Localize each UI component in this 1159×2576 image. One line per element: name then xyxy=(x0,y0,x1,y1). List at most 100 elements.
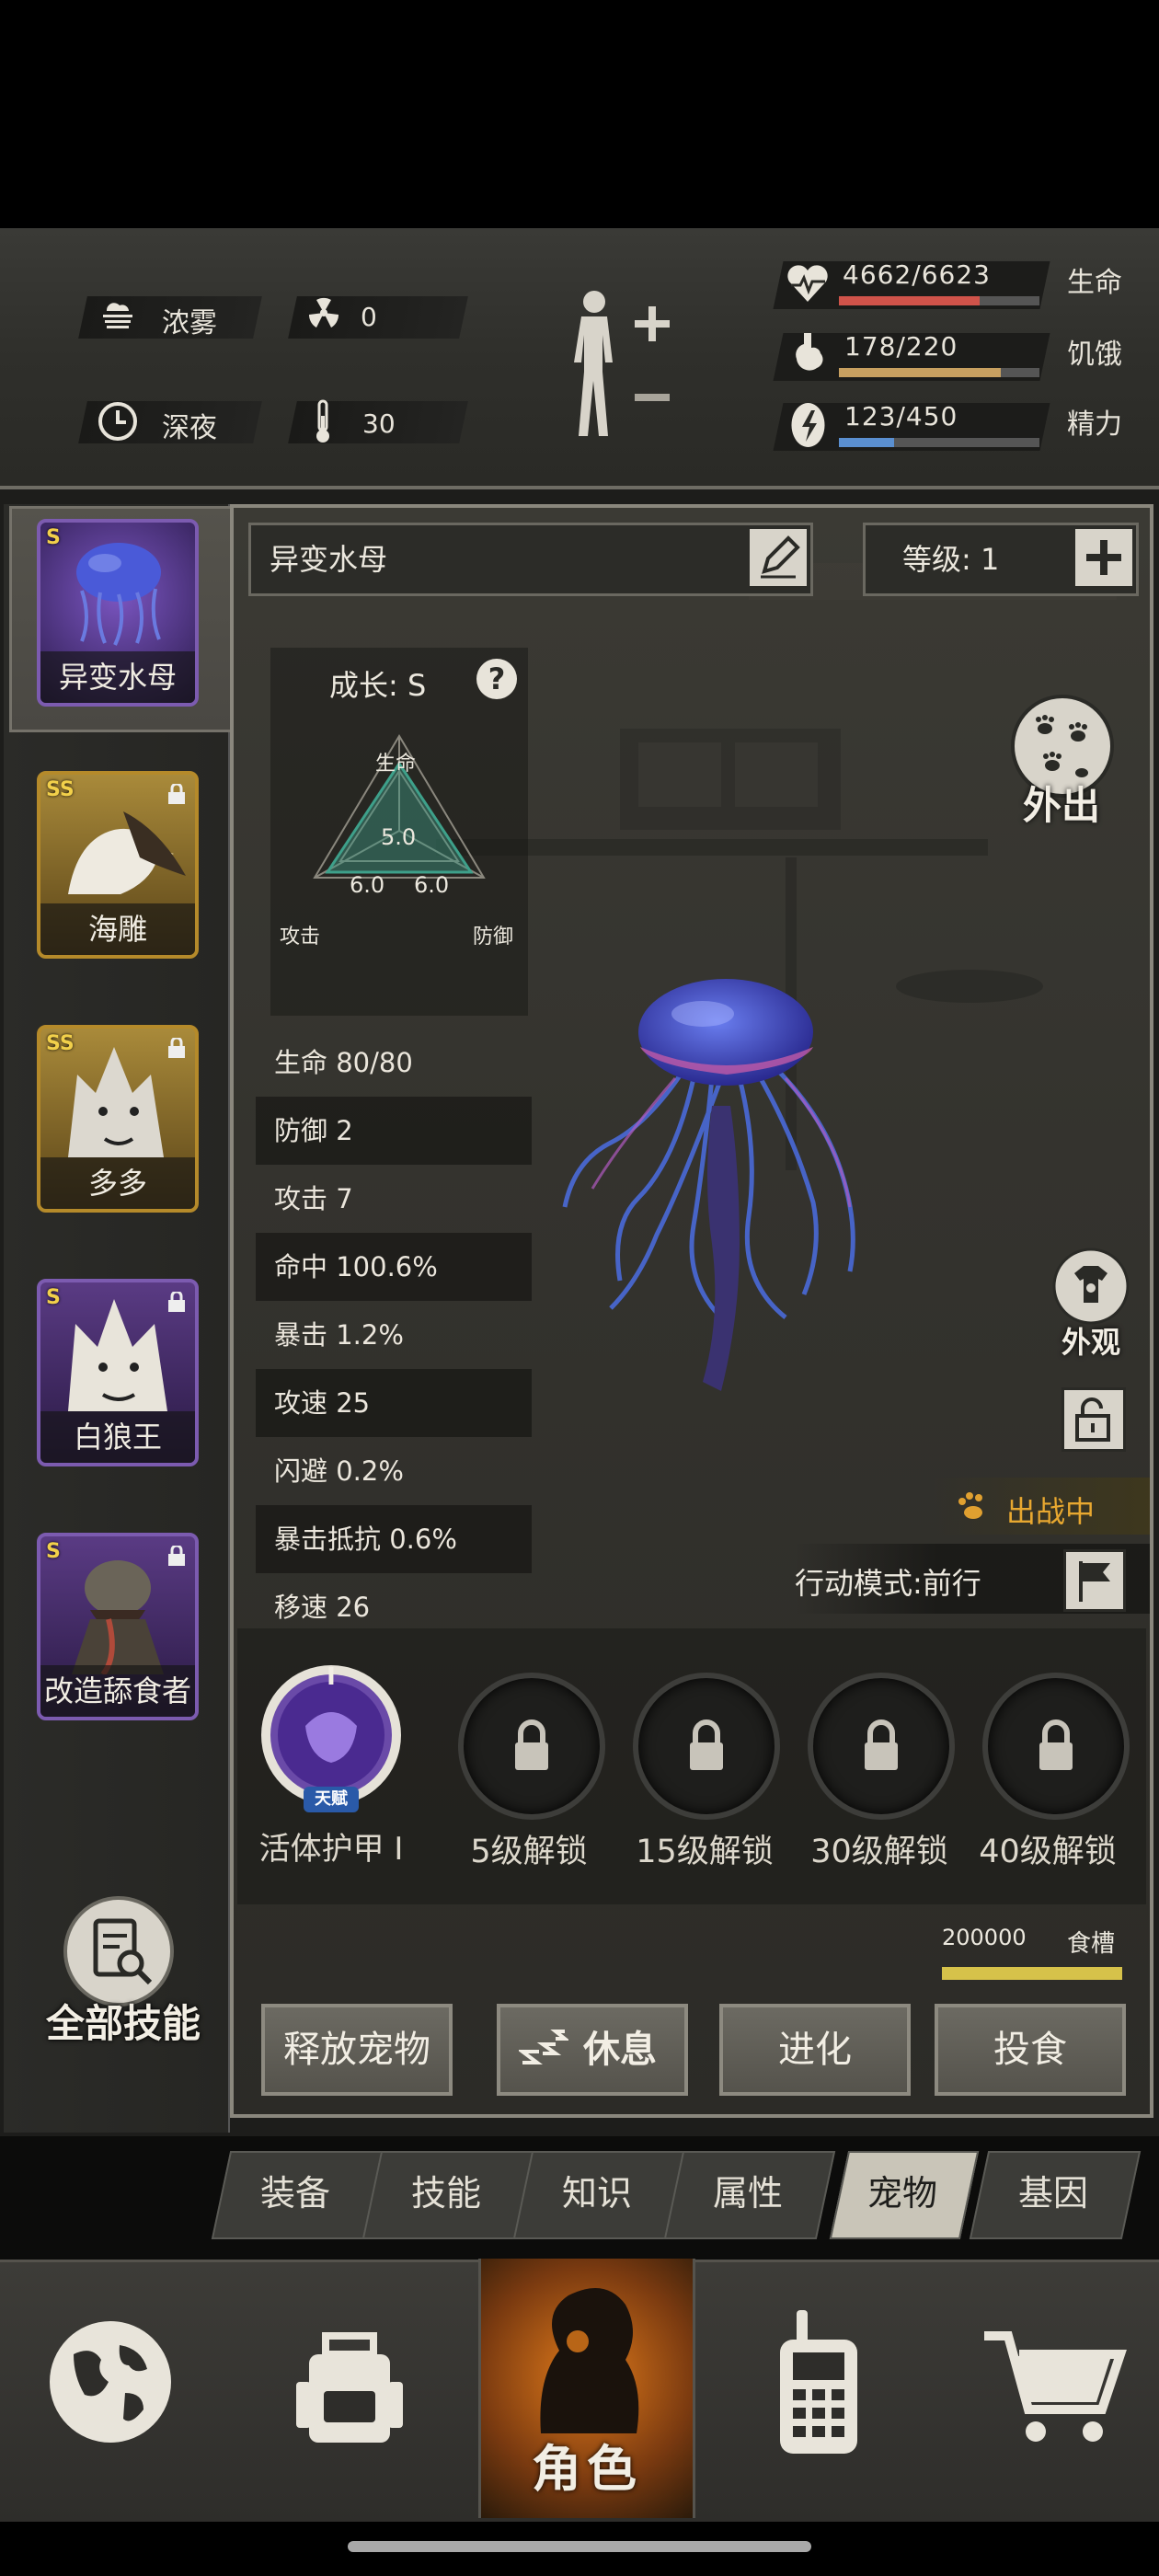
pet-name: 异变水母 xyxy=(40,651,195,703)
pet-card-duoduo[interactable]: SS 多多 xyxy=(37,1025,199,1213)
evolve-button[interactable]: 进化 xyxy=(719,2004,911,2096)
action-mode-row[interactable]: 行动模式:前行 xyxy=(795,1544,1150,1614)
hunger-track xyxy=(839,368,1039,377)
skill-slot-locked-30[interactable]: 30级解锁 xyxy=(800,1673,957,1875)
growth-label: 成长: S xyxy=(329,668,427,703)
pet-list: S 异变水母 SS 海雕 SS 多多 S 白狼王 S 改造舔食者 全部技能 xyxy=(4,504,235,2133)
nav-world-button[interactable] xyxy=(37,2308,184,2455)
skill-circle xyxy=(458,1673,605,1820)
skill-slot-locked-15[interactable]: 15级解锁 xyxy=(625,1673,782,1875)
fog-icon xyxy=(103,303,132,328)
all-skills-button[interactable]: 全部技能 xyxy=(31,1893,215,2046)
pet-level-field: 等级: 1 xyxy=(863,523,1139,596)
feed-button[interactable]: 投食 xyxy=(935,2004,1126,2096)
sleep-icon xyxy=(519,2030,568,2064)
weather-text: 浓雾 xyxy=(162,307,217,339)
jellyfish-portrait xyxy=(76,543,161,646)
rest-button[interactable]: 休息 xyxy=(497,2004,688,2096)
home-indicator[interactable] xyxy=(348,2541,811,2552)
release-pet-button[interactable]: 释放宠物 xyxy=(261,2004,453,2096)
health-fill xyxy=(839,296,981,305)
pet-card-white-wolf-king[interactable]: S 白狼王 xyxy=(37,1279,199,1466)
skill-slot-locked-5[interactable]: 5级解锁 xyxy=(451,1673,607,1875)
tab-genes-label: 基因 xyxy=(1017,2173,1088,2214)
paw-icon xyxy=(958,1492,982,1519)
shirt-icon xyxy=(1052,1248,1130,1325)
lock-icon xyxy=(1039,1719,1073,1770)
hunger-label: 饥饿 xyxy=(1067,339,1122,371)
pet-card-modified-licker[interactable]: S 改造舔食者 xyxy=(37,1533,199,1720)
health-label: 生命 xyxy=(1067,267,1122,299)
pet-name-field: 异变水母 xyxy=(248,523,813,596)
nav-radio-button[interactable] xyxy=(745,2305,892,2461)
pet-rank: S xyxy=(46,526,61,549)
action-mode-button[interactable] xyxy=(1063,1549,1126,1612)
skill-slot-locked-40[interactable]: 40级解锁 xyxy=(975,1673,1131,1875)
stat-row: 生命 80/80 xyxy=(274,1047,413,1078)
energy-label: 精力 xyxy=(1067,408,1122,441)
battle-status: 出战中 xyxy=(933,1478,1150,1535)
radiation-icon xyxy=(308,297,339,328)
clock-icon xyxy=(98,402,137,441)
backpack-icon xyxy=(296,2332,403,2443)
hunger-fill xyxy=(839,368,1002,377)
radar-value-defense: 6.0 xyxy=(414,872,450,898)
radar-axis-defense: 防御 xyxy=(473,926,514,949)
food-fill xyxy=(942,1967,1122,1980)
nav-backpack-button[interactable] xyxy=(276,2308,423,2455)
talent-badge: 天赋 xyxy=(315,1789,348,1809)
pet-rank: S xyxy=(46,1540,61,1563)
skill-label: 15级解锁 xyxy=(636,1834,774,1870)
nav-character-label: 角色 xyxy=(532,2440,642,2498)
lock-icon xyxy=(168,1038,185,1058)
radar-axis-attack: 攻击 xyxy=(280,926,321,949)
energy-icon xyxy=(791,403,825,447)
energy-text: 123/450 xyxy=(844,401,958,431)
stat-row: 防御 2 xyxy=(256,1097,532,1165)
stat-row: 攻击 7 xyxy=(274,1183,353,1214)
rename-button[interactable] xyxy=(750,529,807,586)
tab-skills-label: 技能 xyxy=(410,2173,481,2214)
plus-icon xyxy=(1086,540,1121,575)
character-icon xyxy=(540,2288,639,2433)
lock-icon xyxy=(168,784,185,804)
pet-rank: SS xyxy=(46,1032,75,1055)
body-status-icon[interactable] xyxy=(557,285,677,442)
pet-card-jellyfish[interactable]: S 异变水母 xyxy=(37,519,199,707)
help-icon[interactable]: ? xyxy=(476,659,517,699)
stats-list: 生命 80/80 防御 2 攻击 7 命中 100.6% 暴击 1.2% 攻速 … xyxy=(256,1029,532,1641)
temperature-value: 30 xyxy=(362,408,396,439)
talent-roman: I xyxy=(327,1663,336,1691)
stat-row: 暴击抵抗 0.6% xyxy=(256,1505,532,1573)
lock-icon xyxy=(690,1719,723,1770)
appearance-button[interactable]: 外观 xyxy=(1045,1246,1137,1365)
skill-slot-talent[interactable]: I 天赋 活体护甲 I xyxy=(258,1662,405,1873)
health-text: 4662/6623 xyxy=(843,259,991,290)
eagle-portrait xyxy=(68,811,186,894)
pet-card-sea-eagle[interactable]: SS 海雕 xyxy=(37,771,199,959)
health-track xyxy=(839,296,1039,305)
go-out-button[interactable]: 外出 xyxy=(997,692,1126,830)
flag-icon xyxy=(1079,1561,1110,1602)
stat-row: 暴击 1.2% xyxy=(274,1319,404,1351)
unlock-icon xyxy=(1075,1397,1110,1442)
skill-label: 5级解锁 xyxy=(470,1834,588,1870)
level-up-button[interactable] xyxy=(1075,529,1132,586)
food-label: 食槽 xyxy=(1067,1930,1116,1958)
pet-rank: S xyxy=(46,1286,61,1309)
pet-name: 白狼王 xyxy=(40,1411,195,1463)
pet-name-value: 异变水母 xyxy=(270,542,388,577)
nav-character-button[interactable]: 角色 xyxy=(478,2259,695,2518)
stat-row: 命中 100.6% xyxy=(256,1233,532,1301)
pet-rank: SS xyxy=(46,778,75,801)
lock-toggle-button[interactable] xyxy=(1061,1387,1126,1452)
pet-name: 海雕 xyxy=(40,903,195,955)
globe-icon xyxy=(50,2321,171,2443)
nav-shop-button[interactable] xyxy=(975,2308,1131,2455)
status-bar: 浓雾 0 深夜 30 4662/6623 生命 178/220 饥饿 123/4… xyxy=(0,228,1159,489)
radar-value-health: 5.0 xyxy=(381,824,417,850)
tab-knowledge-label: 知识 xyxy=(561,2173,632,2214)
pet-level-value: 等级: 1 xyxy=(902,542,1000,577)
energy-fill xyxy=(839,438,894,447)
pet-name: 改造舔食者 xyxy=(40,1665,195,1717)
